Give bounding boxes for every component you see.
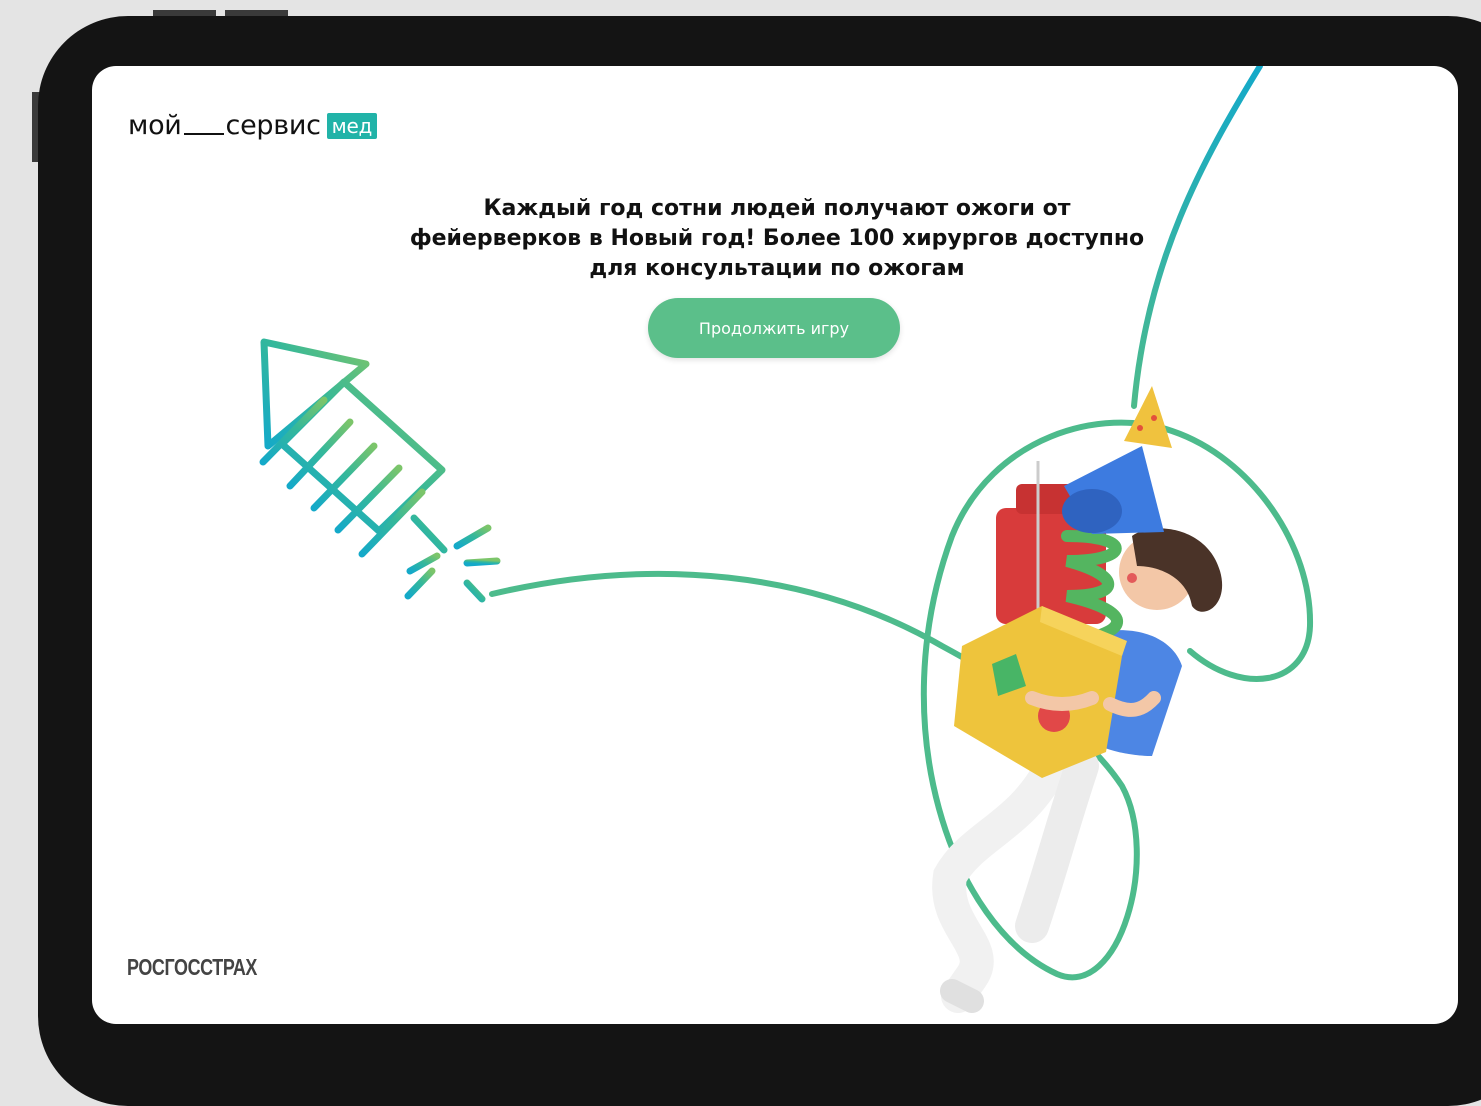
headline-line-2: фейерверков в Новый год! Более 100 хирур… (409, 226, 1145, 251)
logo-text-part1: мой (128, 110, 182, 141)
tablet-screen: мой сервис мед Каждый год сотни людей по… (92, 66, 1458, 1024)
logo: мой сервис мед (128, 110, 377, 141)
headline: Каждый год сотни людей получают ожоги от… (382, 194, 1172, 284)
logo-underline (183, 133, 224, 135)
continue-game-button[interactable]: Продолжить игру (648, 298, 900, 358)
brand-logo: РОСГОССТРАХ (127, 954, 257, 980)
firework-rocket-icon (259, 338, 501, 615)
logo-text-part2: сервис (225, 110, 321, 141)
logo-badge: мед (326, 112, 377, 139)
fuse-line (489, 419, 1314, 980)
headline-line-1: Каждый год сотни людей получают ожоги от (483, 196, 1071, 221)
headline-line-3: для консультации по ожогам (589, 256, 965, 281)
